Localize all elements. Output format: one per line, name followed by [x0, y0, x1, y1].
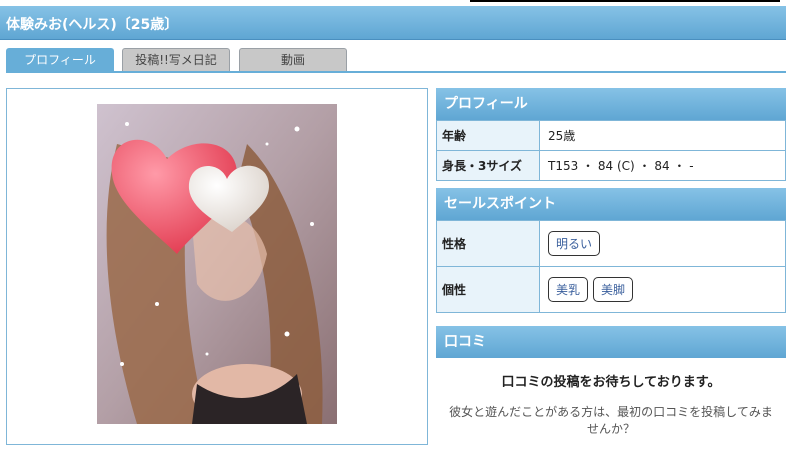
row-value: 明るい	[539, 220, 786, 267]
table-row: 性格 明るい	[436, 220, 786, 267]
review-empty-text: 彼女と遊んだことがある方は、最初の口コミを投稿してみませんか？	[449, 405, 773, 436]
table-row: 年齢 25歳	[436, 120, 786, 151]
tag-beautiful-breasts[interactable]: 美乳	[548, 277, 589, 302]
row-value: 25歳	[539, 120, 786, 151]
row-key: 性格	[436, 220, 540, 267]
review-heading: 口コミ	[436, 326, 786, 358]
table-row: 身長・3サイズ T153 ・ 84 (C) ・ 84 ・ -	[436, 150, 786, 181]
tab-underline	[6, 71, 786, 73]
page-title-bar: 体験みお(ヘルス)〔25歳〕	[0, 6, 786, 40]
row-value: 美乳 美脚	[539, 266, 786, 313]
profile-heading: プロフィール	[436, 88, 786, 120]
tab-photo-diary[interactable]: 投稿!!写メ日記	[122, 48, 230, 72]
row-value: T153 ・ 84 (C) ・ 84 ・ -	[539, 150, 786, 181]
review-empty-title: 口コミの投稿をお待ちしております。	[501, 375, 721, 390]
profile-photo-image	[97, 104, 337, 424]
photo-frame	[6, 88, 428, 445]
profile-panel: プロフィール 年齢 25歳 身長・3サイズ T153 ・ 84 (C) ・ 84…	[436, 88, 786, 181]
row-key: 年齢	[436, 120, 540, 151]
sales-heading: セールスポイント	[436, 188, 786, 220]
row-key: 身長・3サイズ	[436, 150, 540, 181]
row-key: 個性	[436, 266, 540, 313]
top-divider	[470, 0, 780, 2]
sales-panel: セールスポイント 性格 明るい 個性 美乳 美脚	[436, 188, 786, 313]
review-panel: 口コミ 口コミの投稿をお待ちしております。 彼女と遊んだことがある方は、最初の口…	[436, 326, 786, 438]
tag-cheerful[interactable]: 明るい	[548, 231, 601, 256]
profile-photo[interactable]	[97, 104, 337, 424]
page-title: 体験みお(ヘルス)〔25歳〕	[6, 17, 179, 33]
profile-table: 年齢 25歳 身長・3サイズ T153 ・ 84 (C) ・ 84 ・ -	[436, 120, 786, 181]
tab-video[interactable]: 動画	[239, 48, 347, 72]
sales-table: 性格 明るい 個性 美乳 美脚	[436, 220, 786, 313]
tab-profile[interactable]: プロフィール	[6, 48, 114, 72]
tag-beautiful-legs[interactable]: 美脚	[593, 277, 634, 302]
table-row: 個性 美乳 美脚	[436, 266, 786, 313]
